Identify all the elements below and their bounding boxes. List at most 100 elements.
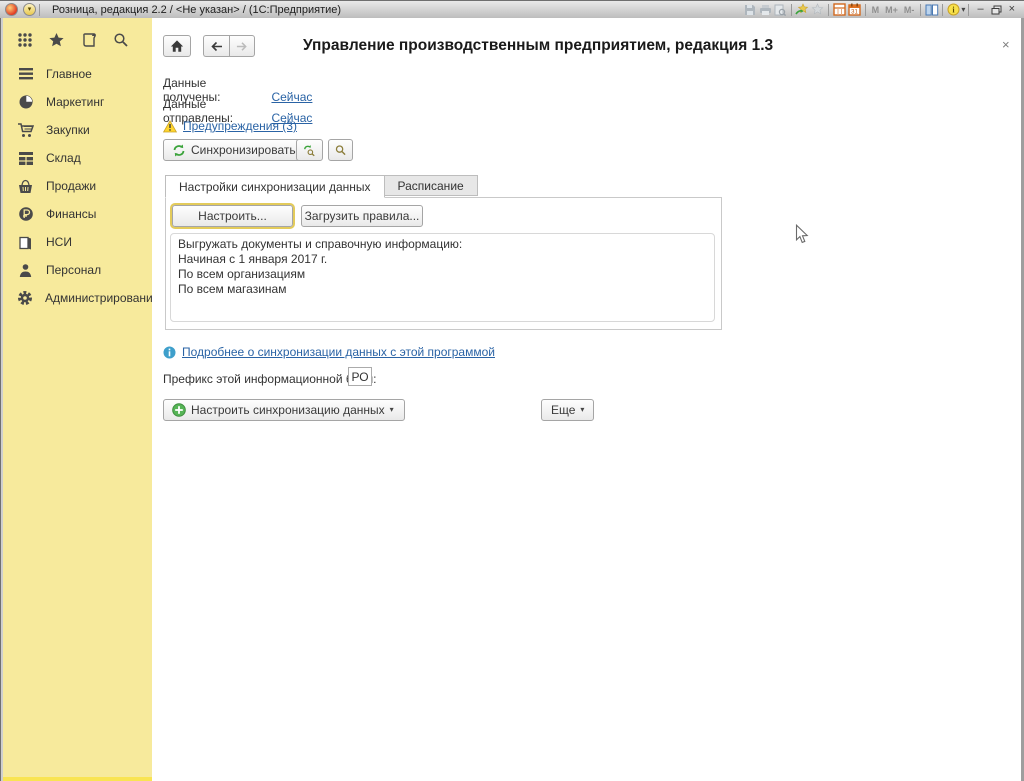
home-icon (170, 39, 184, 53)
history-icon[interactable] (80, 31, 97, 48)
more-button[interactable]: Еще ▾ (541, 399, 594, 421)
gear-icon (17, 290, 33, 307)
sidebar-item-nsi[interactable]: НСИ (3, 228, 152, 256)
print-icon[interactable] (758, 3, 773, 17)
sync-settings-description[interactable]: Выгружать документы и справочную информа… (170, 233, 715, 322)
chevron-down-icon[interactable]: ▾ (23, 3, 36, 16)
sidebar-item-label: Маркетинг (46, 95, 104, 109)
split-window-icon[interactable] (924, 3, 939, 17)
basket-icon (17, 178, 34, 195)
save-icon[interactable] (743, 3, 758, 17)
back-button[interactable] (203, 35, 229, 57)
warning-icon (163, 120, 177, 133)
restore-button[interactable] (989, 3, 1004, 17)
search-icon (335, 144, 346, 156)
window-title: Розница, редакция 2.2 / <Не указан> / (1… (52, 4, 341, 16)
sidebar-item-personnel[interactable]: Персонал (3, 256, 152, 284)
form-close-icon[interactable]: × (1002, 38, 1010, 51)
sidebar-item-warehouse[interactable]: Склад (3, 144, 152, 172)
calendar-icon[interactable]: 31 (847, 3, 862, 17)
home-button[interactable] (163, 35, 191, 57)
tab-sync-settings[interactable]: Настройки синхронизации данных (165, 175, 385, 198)
sync-details-link[interactable]: Подробнее о синхронизации данных с этой … (182, 345, 495, 359)
prefix-row: Префикс этой информационной базы: (163, 370, 377, 388)
settings-line: По всем организациям (178, 267, 707, 282)
calculator-icon[interactable] (832, 3, 847, 17)
sidebar-item-sales[interactable]: Продажи (3, 172, 152, 200)
setup-sync-button-label: Настроить синхронизацию данных (191, 403, 385, 417)
sync-icon (172, 144, 186, 157)
sidebar: Главное Маркетинг Закупки Склад Продажи (3, 18, 152, 781)
sidebar-item-label: Закупки (46, 123, 90, 137)
sidebar-item-label: Главное (46, 67, 92, 81)
chevron-down-icon: ▾ (390, 406, 394, 414)
search-icon[interactable] (112, 31, 129, 48)
person-icon (17, 262, 34, 279)
1c-logo-icon[interactable] (5, 3, 18, 16)
search-button[interactable] (328, 139, 353, 161)
warnings-link[interactable]: Предупреждения (3) (183, 119, 297, 133)
star-icon[interactable] (810, 3, 825, 17)
back-arrow-icon (210, 41, 223, 52)
synchronize-button-label: Синхронизировать (191, 143, 296, 157)
tab-label: Настройки синхронизации данных (179, 180, 371, 194)
forward-button[interactable] (229, 35, 255, 57)
sync-scenario-button[interactable] (296, 139, 323, 161)
cart-icon (17, 122, 34, 139)
tab-label: Расписание (398, 179, 464, 193)
info-dropdown-icon[interactable]: ▾ (961, 6, 965, 14)
forward-arrow-icon (236, 41, 248, 52)
prefix-input[interactable] (348, 367, 372, 386)
sidebar-item-label: Финансы (46, 207, 96, 221)
tab-strip: Настройки синхронизации данных Расписани… (165, 175, 478, 198)
history-nav-group (203, 35, 255, 57)
sidebar-item-label: НСИ (46, 235, 72, 249)
svg-text:31: 31 (851, 10, 858, 16)
sidebar-item-label: Продажи (46, 179, 96, 193)
sync-search-icon (303, 144, 316, 157)
add-favorite-icon[interactable] (795, 3, 810, 17)
minimize-button[interactable]: – (972, 4, 988, 15)
sidebar-item-label: Персонал (46, 263, 101, 277)
load-rules-button-label: Загрузить правила... (305, 209, 420, 223)
divider (865, 4, 866, 16)
main-content: Управление производственным предприятием… (152, 18, 1021, 781)
load-rules-button[interactable]: Загрузить правила... (301, 205, 423, 227)
titlebar-toolbar: 31 M M+ M- i ▾ – × (743, 3, 1024, 17)
plus-icon (172, 403, 186, 417)
sync-settings-panel: Настроить... Загрузить правила... Выгруж… (165, 197, 722, 330)
sidebar-item-label: Склад (46, 151, 81, 165)
divider (39, 4, 40, 16)
memory-minus-button[interactable]: M- (901, 5, 918, 15)
configure-button-focus-ring: Настроить... (170, 203, 295, 229)
close-button[interactable]: × (1004, 4, 1020, 15)
sidebar-item-marketing[interactable]: Маркетинг (3, 88, 152, 116)
settings-line: Начиная с 1 января 2017 г. (178, 252, 707, 267)
divider (920, 4, 921, 16)
print-preview-icon[interactable] (773, 3, 788, 17)
titlebar: ▾ Розница, редакция 2.2 / <Не указан> / … (0, 0, 1024, 18)
sidebar-item-label: Администрирование (45, 291, 159, 305)
divider (791, 4, 792, 16)
chevron-down-icon: ▾ (580, 406, 584, 414)
details-row: Подробнее о синхронизации данных с этой … (163, 345, 495, 359)
configure-button[interactable]: Настроить... (172, 205, 293, 227)
settings-line: Выгружать документы и справочную информа… (178, 237, 707, 252)
synchronize-button[interactable]: Синхронизировать (163, 139, 309, 161)
divider (968, 4, 969, 16)
sidebar-item-finance[interactable]: Финансы (3, 200, 152, 228)
apps-grid-icon[interactable] (16, 31, 33, 48)
more-button-label: Еще (551, 403, 575, 417)
info-icon[interactable]: i (946, 3, 961, 17)
boxes-icon (17, 150, 34, 167)
tab-schedule[interactable]: Расписание (385, 175, 478, 196)
memory-plus-button[interactable]: M+ (882, 5, 901, 15)
memory-recall-button[interactable]: M (869, 5, 883, 15)
setup-sync-button[interactable]: Настроить синхронизацию данных ▾ (163, 399, 405, 421)
warnings-row: Предупреждения (3) (163, 119, 297, 133)
sidebar-item-administration[interactable]: Администрирование (3, 284, 152, 312)
prefix-label: Префикс этой информационной базы: (163, 372, 377, 386)
sidebar-item-purchases[interactable]: Закупки (3, 116, 152, 144)
star-icon[interactable] (48, 31, 65, 48)
sidebar-item-main[interactable]: Главное (3, 60, 152, 88)
